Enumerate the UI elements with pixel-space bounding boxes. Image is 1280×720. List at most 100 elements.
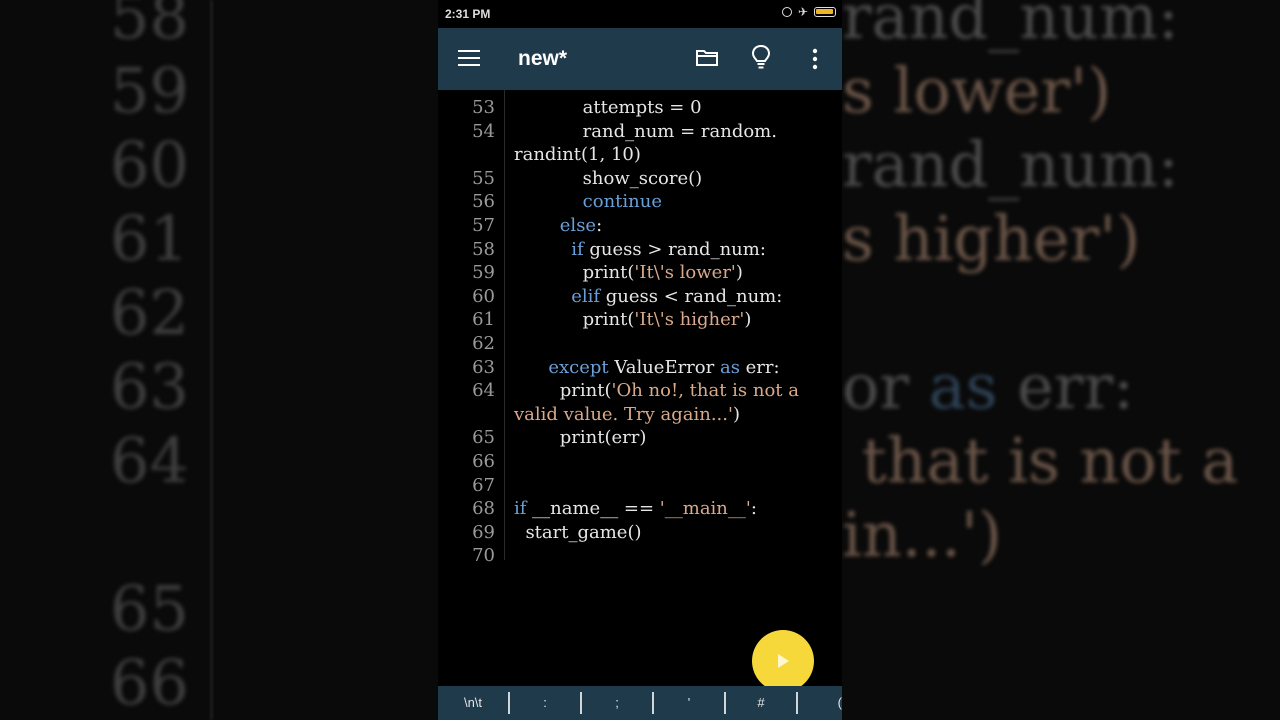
backdrop-line-number: 58: [110, 0, 189, 53]
menu-icon[interactable]: [458, 50, 480, 68]
backdrop-line-number: 63: [110, 350, 189, 423]
symbol-key[interactable]: ': [654, 692, 726, 714]
code-line: 55 show_score(): [438, 167, 842, 191]
backdrop-token: in...'): [842, 498, 1003, 571]
backdrop-token: rand_num:: [842, 0, 1179, 53]
symbol-key[interactable]: #: [726, 692, 798, 714]
line-number: 57: [472, 215, 495, 236]
code-token: guess > rand_num:: [583, 238, 766, 260]
code-line: 68 if __name__ == '__main__':: [438, 497, 842, 521]
run-button[interactable]: [752, 630, 814, 692]
code-token: __name__ ==: [526, 498, 660, 520]
backdrop-right-code: rand_num: s lower') rand_num: s higher') or…: [842, 0, 1280, 572]
keyword-token: elif: [571, 285, 601, 307]
lightbulb-icon[interactable]: [751, 44, 771, 70]
code-line: 65 print(err): [438, 426, 842, 450]
backdrop-token: s higher'): [842, 202, 1141, 275]
backdrop-token: err:: [997, 350, 1135, 423]
line-number: 56: [472, 191, 495, 213]
code-line: valid value. Try again...'): [438, 403, 842, 427]
battery-icon: [814, 7, 836, 17]
code-token: attempts = 0: [514, 97, 702, 118]
status-icons: ✈: [781, 6, 836, 18]
line-number: 65: [472, 427, 495, 449]
backdrop-code-line: that is not a: [842, 424, 1280, 498]
code-line: 62: [438, 332, 842, 356]
folder-icon[interactable]: [696, 48, 718, 66]
code-line: 63 except ValueError as err:: [438, 356, 842, 380]
code-text: else:: [514, 214, 602, 238]
keyword-token: if: [571, 238, 584, 260]
string-token: 'It\'s lower': [634, 262, 736, 284]
play-icon: [778, 654, 789, 668]
keyword-token: as: [719, 356, 740, 378]
code-line: 67: [438, 474, 842, 498]
line-number: 61: [472, 309, 495, 331]
code-line: 56 continue: [438, 190, 842, 214]
backdrop-code-line: or as err:: [842, 350, 1280, 424]
code-token: print(: [514, 262, 635, 284]
backdrop-line-number: 59: [110, 54, 189, 127]
symbol-key[interactable]: (: [798, 692, 842, 714]
code-token: rand_num = random.: [514, 120, 777, 142]
backdrop-code-line: s lower'): [842, 54, 1280, 128]
backdrop-token: or: [842, 350, 929, 423]
symbol-key[interactable]: \n\t: [438, 692, 510, 714]
code-text: start_game(): [514, 521, 642, 545]
code-line: 60 elif guess < rand_num:: [438, 285, 842, 309]
code-token: print(: [514, 380, 612, 402]
code-token: :: [750, 498, 757, 520]
backdrop-line-number: 65: [110, 572, 189, 645]
line-number: 60: [472, 285, 495, 307]
symbol-key[interactable]: :: [510, 692, 582, 714]
code-token: ): [732, 403, 740, 425]
code-text: print('It\'s lower'): [514, 261, 743, 285]
keyword-token: except: [548, 356, 609, 378]
line-number: 69: [472, 521, 495, 543]
code-token: start_game(): [514, 521, 642, 543]
backdrop-code-line: rand_num:: [842, 128, 1280, 202]
code-line: 66: [438, 450, 842, 474]
code-token: print(err): [514, 427, 647, 449]
backdrop-code-line: [842, 276, 1280, 350]
symbol-bar: \n\t:; ' #(: [438, 686, 842, 720]
symbol-key[interactable]: ;: [582, 692, 654, 714]
code-line: 59 print('It\'s lower'): [438, 261, 842, 285]
code-text: print('It\'s higher'): [514, 308, 752, 332]
code-editor[interactable]: 53 attempts = 0 54 rand_num = random. rand…: [438, 90, 842, 686]
code-token: ): [744, 309, 752, 331]
phone-screen: 2:31 PM ✈ new* 53 attempts = 0 54 rand_nu…: [438, 0, 842, 720]
code-line: 61 print('It\'s higher'): [438, 308, 842, 332]
code-text: randint(1, 10): [514, 143, 641, 167]
code-line: 54 rand_num = random.: [438, 120, 842, 144]
keyword-token: if: [514, 498, 527, 520]
line-number: 67: [472, 474, 495, 496]
line-number: 68: [472, 498, 495, 520]
backdrop-line-number: 60: [110, 128, 189, 201]
backdrop-left-code: 58 59 60 61 62 63 64 65 66: [110, 0, 440, 720]
code-line: randint(1, 10): [438, 143, 842, 167]
backdrop-token: rand_num:: [842, 128, 1179, 201]
backdrop-token: as: [928, 350, 998, 423]
code-line: 69 start_game(): [438, 521, 842, 545]
code-line: 57 else:: [438, 214, 842, 238]
code-text: elif guess < rand_num:: [514, 285, 782, 309]
code-token: guess < rand_num:: [600, 285, 783, 307]
code-text: print('Oh no!, that is not a: [514, 379, 799, 403]
code-line: 70: [438, 544, 842, 568]
more-vertical-icon[interactable]: [808, 48, 822, 70]
code-line: 64 print('Oh no!, that is not a: [438, 379, 842, 403]
code-text: show_score(): [514, 167, 703, 191]
backdrop-line-number: [110, 498, 440, 572]
alarm-icon: [781, 7, 792, 17]
backdrop-code-line: s higher'): [842, 202, 1280, 276]
code-text: attempts = 0: [514, 96, 702, 120]
line-number: 59: [472, 262, 495, 284]
code-line: 58 if guess > rand_num:: [438, 238, 842, 262]
line-number: 64: [472, 380, 495, 402]
string-token: valid value. Try again...': [514, 403, 733, 425]
